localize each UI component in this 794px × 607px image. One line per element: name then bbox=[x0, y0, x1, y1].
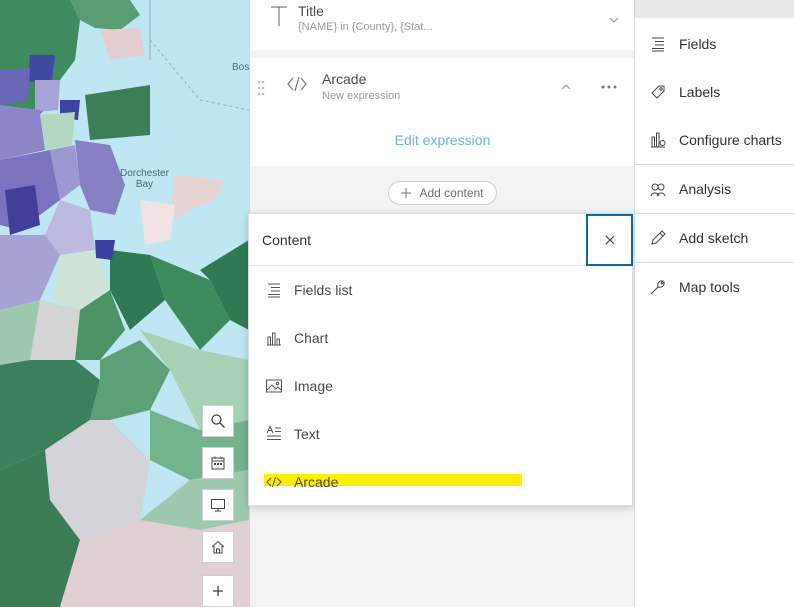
fields-list-icon bbox=[268, 283, 280, 298]
map-home-button[interactable] bbox=[202, 531, 234, 563]
sidebar-item-add-sketch[interactable]: Add sketch bbox=[635, 214, 794, 262]
content-item-label: Chart bbox=[294, 330, 329, 346]
content-item-label: Image bbox=[294, 378, 333, 394]
map-calendar-button[interactable] bbox=[202, 447, 234, 479]
chevron-up-icon bbox=[561, 84, 571, 90]
sidebar-item-label: Configure charts bbox=[679, 132, 782, 148]
content-item-chart[interactable]: Chart bbox=[249, 314, 632, 362]
chart-icon bbox=[267, 332, 281, 346]
popover-title: Content bbox=[262, 232, 312, 248]
drag-handle-icon[interactable] bbox=[257, 80, 265, 96]
text-icon bbox=[266, 425, 281, 440]
arcade-card-subtitle: New expression bbox=[322, 90, 401, 102]
right-sidebar: Fields Labels Configure charts Analysis … bbox=[634, 0, 794, 607]
popover-close-button[interactable] bbox=[586, 214, 633, 266]
arcade-card-title: Arcade bbox=[322, 71, 367, 87]
map-label-bos: Bos bbox=[232, 62, 249, 73]
sidebar-item-label: Fields bbox=[679, 36, 717, 52]
map-monitor-button[interactable] bbox=[202, 489, 234, 521]
arcade-code-icon bbox=[287, 76, 307, 92]
title-card-title: Title bbox=[298, 3, 324, 19]
chevron-down-icon bbox=[609, 17, 619, 23]
add-content-button[interactable]: Add content bbox=[388, 181, 497, 205]
arcade-code-icon bbox=[266, 476, 282, 488]
analysis-icon bbox=[650, 183, 666, 197]
sidebar-item-configure-charts[interactable]: Configure charts bbox=[635, 116, 794, 164]
map-label-dorchester-bay: Dorchester Bay bbox=[120, 168, 169, 190]
configure-charts-icon bbox=[651, 132, 666, 148]
map-label-q: Q bbox=[238, 316, 246, 327]
map-search-button[interactable] bbox=[202, 405, 234, 437]
content-item-fields-list[interactable]: Fields list bbox=[249, 266, 632, 314]
arcade-element-card[interactable]: Arcade New expression Edit expression bbox=[250, 58, 635, 166]
title-card-subtitle: {NAME} in {County}, {Stat... bbox=[298, 21, 433, 33]
sidebar-item-labels[interactable]: Labels bbox=[635, 68, 794, 116]
monitor-icon bbox=[211, 499, 225, 512]
plus-icon bbox=[401, 188, 412, 198]
sidebar-item-label: Labels bbox=[679, 84, 721, 100]
plus-icon bbox=[213, 586, 223, 596]
sidebar-item-label: Analysis bbox=[679, 181, 732, 197]
title-card-expand-button[interactable] bbox=[604, 10, 624, 30]
sketch-pen-icon bbox=[651, 230, 666, 245]
label-tag-icon bbox=[651, 85, 665, 99]
sidebar-item-analysis[interactable]: Analysis bbox=[635, 165, 794, 213]
search-icon bbox=[211, 414, 226, 429]
sidebar-active-item-partial[interactable] bbox=[635, 0, 794, 18]
calendar-icon bbox=[211, 456, 225, 470]
wrench-icon bbox=[650, 280, 665, 295]
title-text-icon bbox=[271, 6, 287, 26]
title-element-card[interactable]: Title {NAME} in {County}, {Stat... bbox=[250, 0, 635, 50]
sidebar-item-label: Add sketch bbox=[679, 230, 749, 246]
add-content-label: Add content bbox=[419, 186, 484, 200]
content-item-image[interactable]: Image bbox=[249, 362, 632, 410]
map-view[interactable]: Bos Dorchester Bay Q bbox=[0, 0, 249, 607]
content-item-arcade[interactable]: Arcade bbox=[249, 458, 632, 490]
home-icon bbox=[211, 540, 225, 554]
popover-header: Content bbox=[249, 214, 633, 266]
sidebar-item-fields[interactable]: Fields bbox=[635, 20, 794, 68]
close-icon bbox=[605, 235, 614, 245]
content-popover: Content Fields list Chart Image Text Arc… bbox=[248, 213, 633, 506]
arcade-card-collapse-button[interactable] bbox=[556, 77, 576, 97]
map-zoom-in-button[interactable] bbox=[202, 575, 234, 607]
content-item-label: Fields list bbox=[294, 282, 353, 298]
more-options-icon bbox=[601, 85, 617, 89]
sidebar-item-map-tools[interactable]: Map tools bbox=[635, 263, 794, 311]
content-item-label: Arcade bbox=[294, 474, 339, 490]
edit-expression-link[interactable]: Edit expression bbox=[250, 132, 635, 148]
sidebar-item-label: Map tools bbox=[679, 279, 740, 295]
fields-icon bbox=[652, 37, 664, 52]
image-icon bbox=[266, 379, 282, 393]
content-item-label: Text bbox=[294, 426, 320, 442]
arcade-card-more-button[interactable] bbox=[599, 77, 619, 97]
content-item-text[interactable]: Text bbox=[249, 410, 632, 458]
